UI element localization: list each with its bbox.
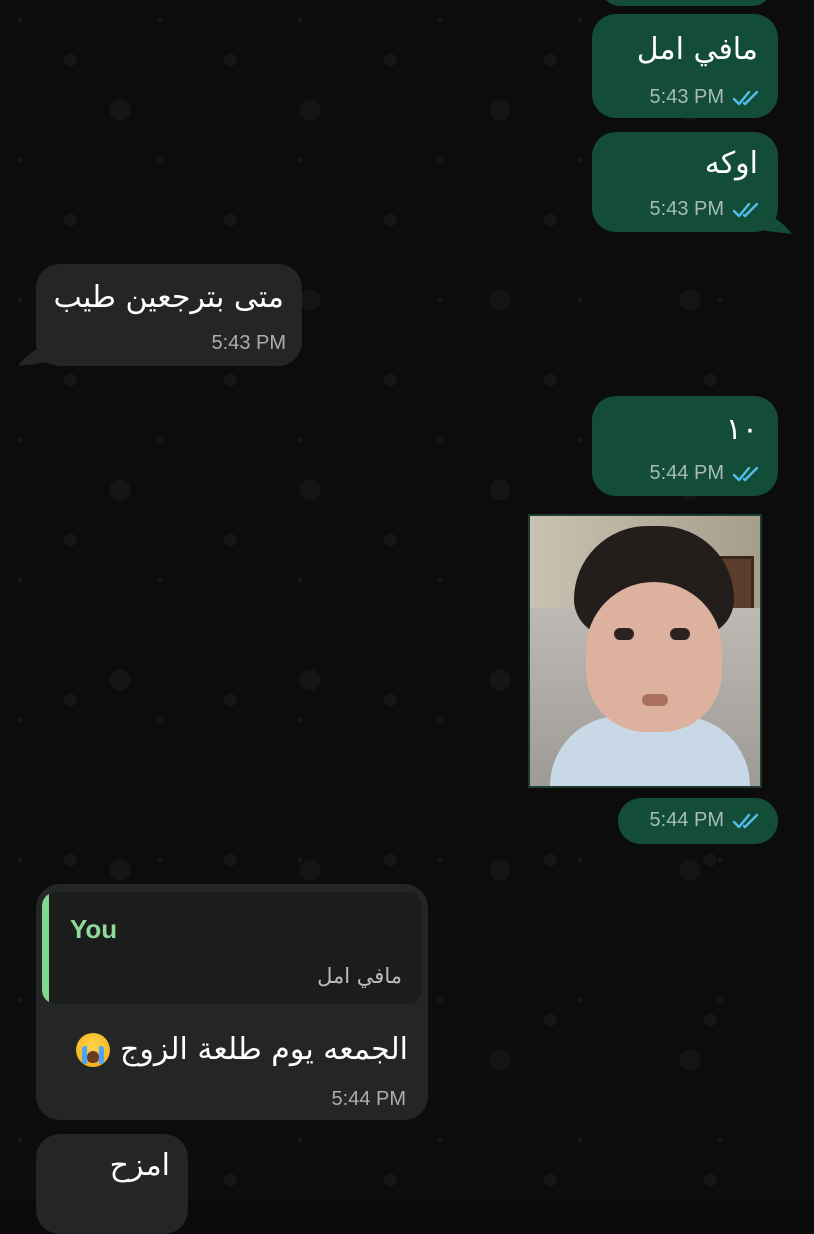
bubble-tail xyxy=(760,212,792,234)
message-text-row: الجمعه يوم طلعة الزوج xyxy=(75,1032,408,1067)
message-bubble-incoming[interactable]: متى بترجعين طيب 5:43 PM xyxy=(36,264,302,366)
message-time: 5:43 PM xyxy=(211,332,286,354)
message-bubble-incoming[interactable]: امزح xyxy=(36,1134,188,1234)
message-bubble-outgoing[interactable]: مافي امل 5:43 PM xyxy=(592,14,778,118)
message-meta: 5:44 PM xyxy=(650,809,764,832)
read-receipt-icon xyxy=(732,466,759,481)
message-meta: 5:43 PM xyxy=(650,198,764,221)
message-time: 5:44 PM xyxy=(331,1088,406,1110)
message-text: امزح xyxy=(109,1148,170,1183)
message-text: الجمعه يوم طلعة الزوج xyxy=(119,1032,408,1067)
message-bubble-outgoing[interactable]: اوكه 5:43 PM xyxy=(592,132,778,232)
message-meta: 5:43 PM xyxy=(212,332,286,355)
message-text: مافي امل xyxy=(636,32,758,67)
message-image-sticker[interactable] xyxy=(528,514,762,788)
message-time: 5:43 PM xyxy=(649,198,724,220)
reply-quote-accent-bar xyxy=(42,892,49,1004)
message-meta: 5:44 PM xyxy=(650,462,764,485)
message-bubble-partial[interactable] xyxy=(600,0,772,6)
message-time: 5:44 PM xyxy=(649,809,724,831)
message-text: متى بترجعين طيب xyxy=(53,280,284,315)
message-time-pill: 5:44 PM xyxy=(618,798,778,844)
image-baby-face xyxy=(586,582,722,732)
message-text: اوكه xyxy=(704,146,758,181)
message-time: 5:44 PM xyxy=(649,462,724,484)
reply-quote[interactable]: You مافي امل xyxy=(42,892,422,1004)
message-bubble-outgoing[interactable]: ١٠ 5:44 PM xyxy=(592,396,778,496)
crying-face-icon xyxy=(75,1032,110,1067)
message-meta: 5:44 PM xyxy=(332,1088,406,1111)
image-baby-mouth xyxy=(642,694,668,706)
image-baby-eye xyxy=(670,628,690,640)
read-receipt-icon xyxy=(732,90,759,105)
image-baby-eye xyxy=(614,628,634,640)
message-time: 5:43 PM xyxy=(649,86,724,108)
message-bubble-incoming-reply[interactable]: You مافي امل الجمعه يوم طلعة الزوج 5:44 … xyxy=(36,884,428,1120)
reply-quote-text: مافي امل xyxy=(317,964,402,988)
bubble-tail xyxy=(18,344,50,366)
message-text: ١٠ xyxy=(725,412,758,447)
read-receipt-icon xyxy=(732,813,759,828)
message-meta: 5:43 PM xyxy=(650,86,764,109)
reply-quote-sender: You xyxy=(70,914,118,944)
